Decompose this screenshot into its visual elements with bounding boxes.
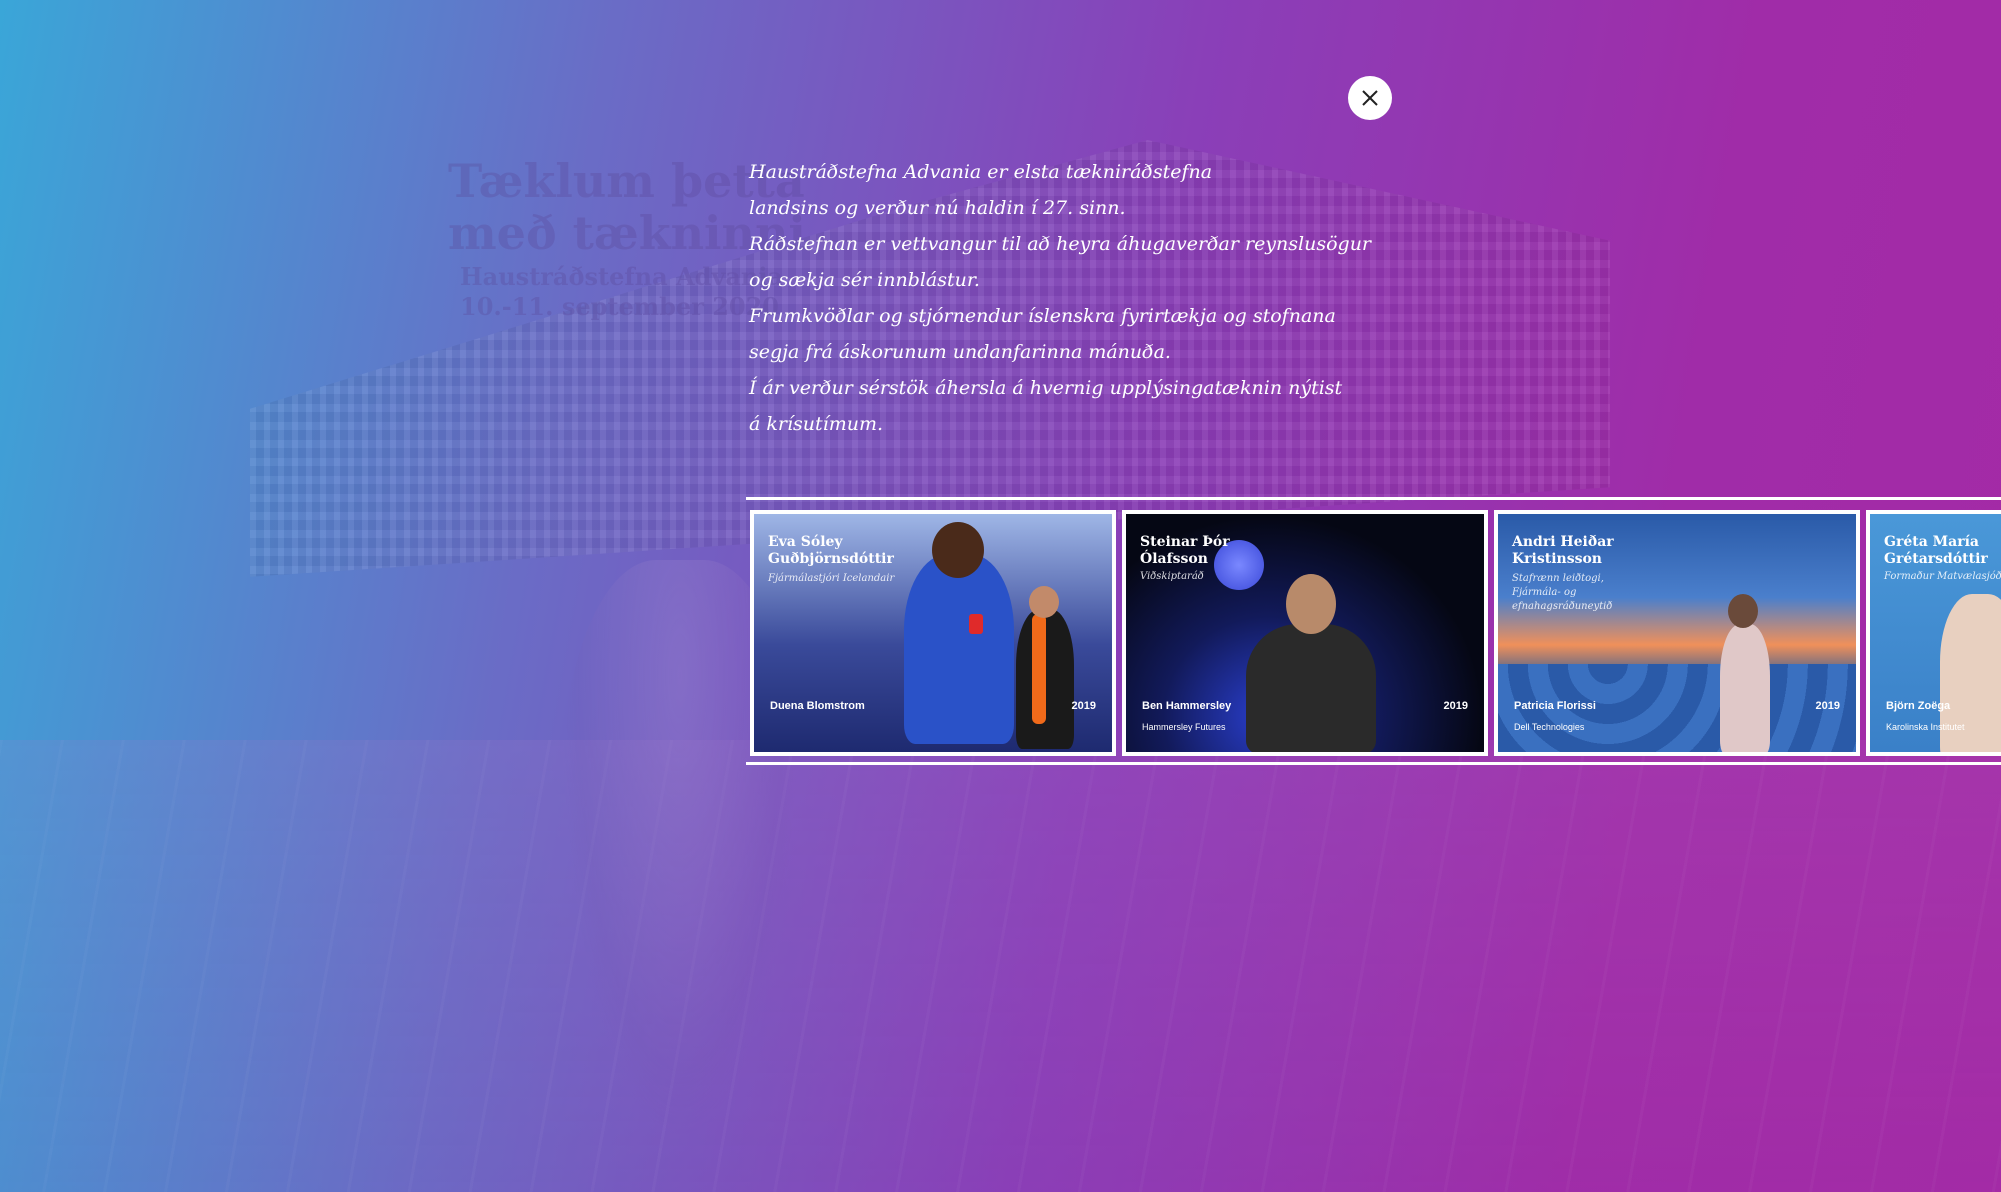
card-speaker-name: Andri Heiðar Kristinsson xyxy=(1512,534,1614,567)
card-presenter-org: Hammersley Futures xyxy=(1142,722,1226,732)
card-speaker-name: Gréta María Grétarsdóttir xyxy=(1884,534,1988,567)
description-line: Ráðstefnan er vettvangur til að heyra áh… xyxy=(749,233,1372,255)
card-speaker-role: Stafrænn leiðtogi, Fjármála- og efnahags… xyxy=(1512,573,1613,612)
card-speaker-name: Steinar Þór Ólafsson xyxy=(1140,534,1230,567)
card-presenter: Duena Blomstrom xyxy=(770,700,865,712)
thumbnail-figure xyxy=(904,554,1014,744)
thumbnail-speaker xyxy=(1246,624,1376,752)
background-ground xyxy=(0,740,2001,1192)
card-presenter: Ben Hammersley xyxy=(1142,700,1232,712)
video-carousel[interactable]: Eva Sóley Guðbjörnsdóttir Fjármálastjóri… xyxy=(746,492,2001,770)
description-line: segja frá áskorunum undanfarinna mánuða. xyxy=(749,341,1171,363)
description-line: Frumkvöðlar og stjórnendur íslenskra fyr… xyxy=(749,305,1336,327)
card-speaker-role: Viðskiptaráð xyxy=(1140,571,1204,582)
thumbnail-speaker-head xyxy=(1286,574,1336,634)
description-line: landsins og verður nú haldin í 27. sinn. xyxy=(749,197,1126,219)
card-year: 2019 xyxy=(1815,700,1840,712)
card-presenter-org: Karolinska Institutet xyxy=(1886,722,1965,732)
conference-description: Haustráðstefna Advania er elsta tækniráð… xyxy=(749,154,1389,442)
card-speaker-role: Fjármálastjóri Icelandair xyxy=(768,573,895,584)
video-card[interactable]: Eva Sóley Guðbjörnsdóttir Fjármálastjóri… xyxy=(750,510,1116,756)
thumbnail-speaker-head xyxy=(1029,586,1059,618)
carousel-frame-top xyxy=(746,497,2001,500)
description-line: Í ár verður sérstök áhersla á hvernig up… xyxy=(749,377,1343,399)
close-icon xyxy=(1362,90,1378,106)
thumbnail-figure-head xyxy=(932,522,984,578)
card-year: 2019 xyxy=(1071,700,1096,712)
description-line: Haustráðstefna Advania er elsta tækniráð… xyxy=(749,161,1213,183)
background-subline: Haustráðstefna Advania 10.-11. september… xyxy=(460,262,784,321)
thumbnail-speaker-head xyxy=(1728,594,1758,628)
card-presenter: Björn Zoëga xyxy=(1886,700,1951,712)
superman-logo xyxy=(969,614,983,634)
video-card[interactable]: Andri Heiðar Kristinsson Stafrænn leiðto… xyxy=(1494,510,1860,756)
card-speaker-role: Formaður Matvælasjóðs xyxy=(1884,571,2001,582)
card-speaker-name: Eva Sóley Guðbjörnsdóttir xyxy=(768,534,894,567)
description-line: og sækja sér innblástur. xyxy=(749,269,980,291)
thumbnail-speaker xyxy=(1720,624,1770,752)
card-presenter: Patricia Florissi xyxy=(1514,700,1596,712)
thumbnail-scarf xyxy=(1032,614,1046,724)
video-card[interactable]: Steinar Þór Ólafsson Viðskiptaráð Ben Ha… xyxy=(1122,510,1488,756)
video-card[interactable]: Gréta María Grétarsdóttir Formaður Matvæ… xyxy=(1866,510,2001,756)
carousel-frame-bottom xyxy=(746,762,2001,765)
card-presenter-org: Dell Technologies xyxy=(1514,722,1585,732)
description-line: á krísutímum. xyxy=(749,413,884,435)
close-button[interactable] xyxy=(1348,76,1392,120)
card-year: 2019 xyxy=(1443,700,1468,712)
